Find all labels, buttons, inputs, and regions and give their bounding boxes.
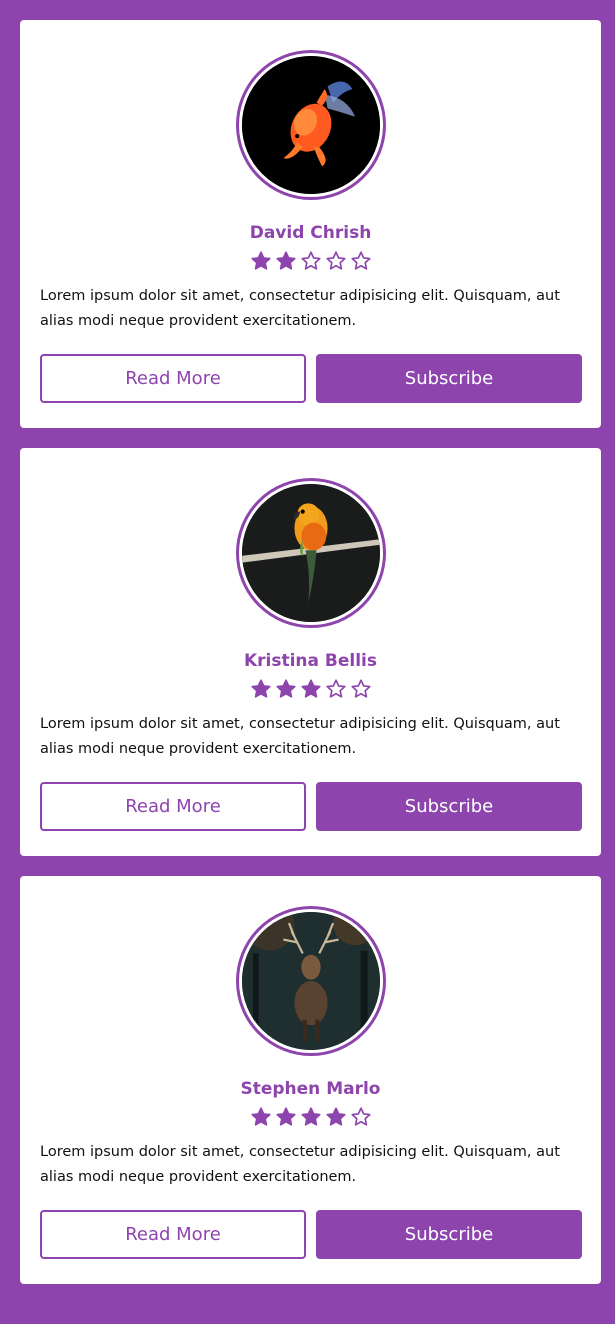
star-empty-icon (325, 251, 346, 270)
profile-description: Lorem ipsum dolor sit amet, consectetur … (40, 1144, 560, 1185)
read-more-button[interactable]: Read More (40, 1210, 306, 1259)
parrot-image (242, 484, 380, 622)
star-empty-icon (325, 679, 346, 698)
star-empty-icon (350, 251, 371, 270)
deer-image (242, 912, 380, 1050)
star-rating (20, 678, 601, 700)
profile-name: David Chrish (249, 223, 372, 243)
avatar (236, 906, 386, 1056)
subscribe-button[interactable]: Subscribe (316, 1210, 582, 1259)
star-filled-icon (325, 1107, 346, 1126)
profile-card: David Chrish Lorem ipsum dolor sit amet,… (20, 20, 601, 428)
profile-card: Stephen Marlo Lorem ipsum dolor sit amet… (20, 876, 601, 1284)
read-more-button[interactable]: Read More (40, 782, 306, 831)
star-filled-icon (300, 679, 321, 698)
star-empty-icon (350, 1107, 371, 1126)
subscribe-button[interactable]: Subscribe (316, 782, 582, 831)
star-filled-icon (275, 251, 296, 270)
star-filled-icon (250, 1107, 271, 1126)
avatar (236, 478, 386, 628)
avatar (236, 50, 386, 200)
read-more-button[interactable]: Read More (40, 354, 306, 403)
profile-description: Lorem ipsum dolor sit amet, consectetur … (40, 716, 560, 757)
profile-card: Kristina Bellis Lorem ipsum dolor sit am… (20, 448, 601, 856)
star-filled-icon (275, 679, 296, 698)
profile-name: Kristina Bellis (243, 651, 378, 671)
goldfish-image (242, 56, 380, 194)
star-filled-icon (275, 1107, 296, 1126)
star-empty-icon (300, 251, 321, 270)
star-filled-icon (250, 251, 271, 270)
star-empty-icon (350, 679, 371, 698)
star-rating (20, 250, 601, 272)
subscribe-button[interactable]: Subscribe (316, 354, 582, 403)
profile-name: Stephen Marlo (240, 1079, 381, 1099)
star-filled-icon (300, 1107, 321, 1126)
star-filled-icon (250, 679, 271, 698)
star-rating (20, 1106, 601, 1128)
card-list: David Chrish Lorem ipsum dolor sit amet,… (0, 0, 615, 1324)
profile-description: Lorem ipsum dolor sit amet, consectetur … (40, 288, 560, 329)
